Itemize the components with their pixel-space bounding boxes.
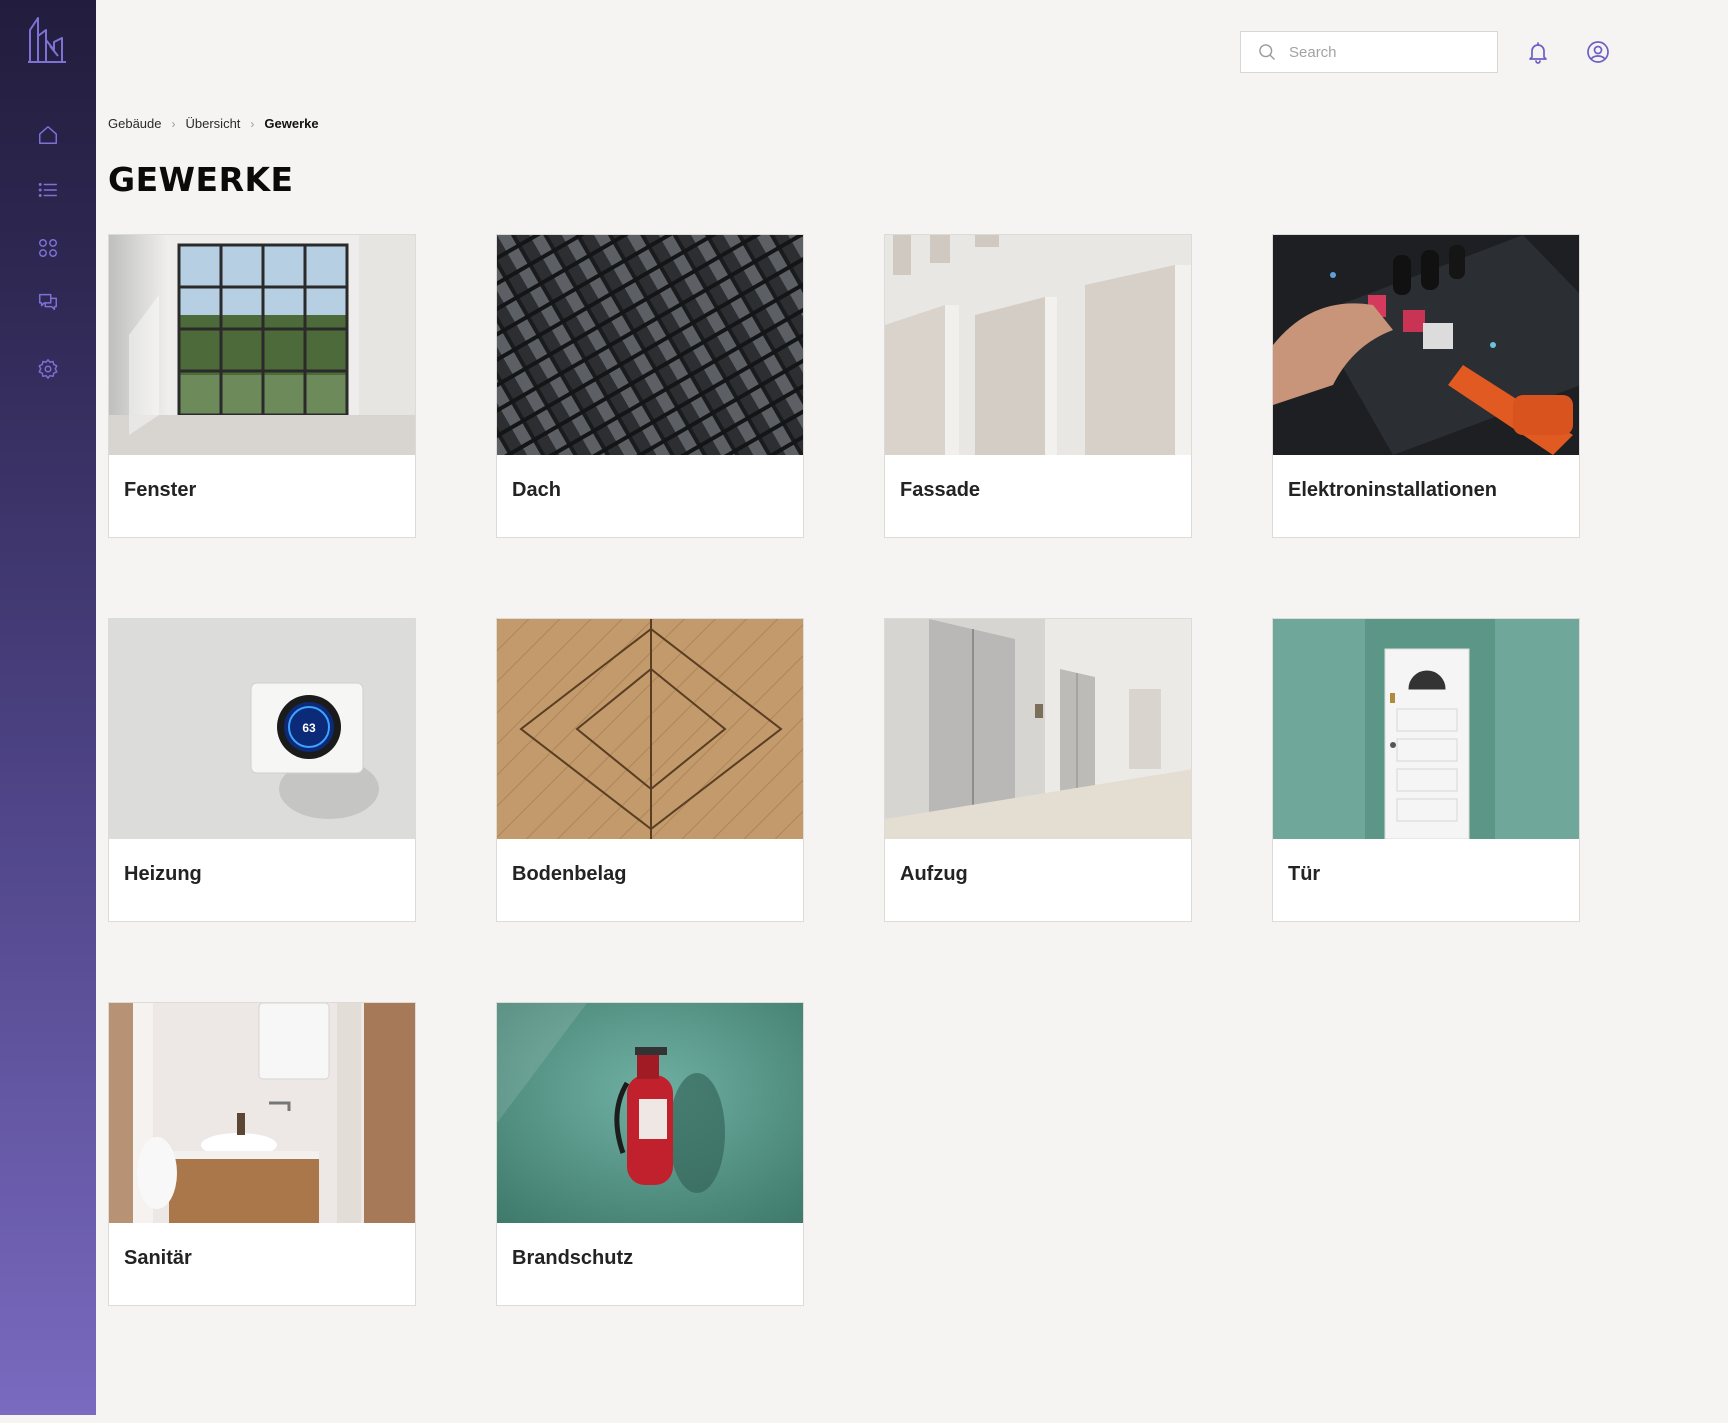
thermostat-reading: 63	[302, 721, 316, 735]
card-dach[interactable]: Dach	[496, 234, 804, 538]
window-image	[109, 235, 415, 455]
card-label: Sanitär	[124, 1247, 192, 1269]
breadcrumb-item-gebaeude[interactable]: Gebäude	[108, 116, 162, 131]
electronics-image	[1273, 235, 1579, 455]
card-heizung[interactable]: 63 Heizung	[108, 618, 416, 922]
card-aufzug[interactable]: Aufzug	[884, 618, 1192, 922]
card-label: Dach	[512, 479, 561, 501]
breadcrumb-item-uebersicht[interactable]: Übersicht	[186, 116, 241, 131]
building-logo-icon[interactable]	[26, 16, 68, 64]
card-bodenbelag[interactable]: Bodenbelag	[496, 618, 804, 922]
breadcrumb: Gebäude › Übersicht › Gewerke	[108, 116, 319, 131]
thermostat-image: 63	[109, 619, 415, 839]
bathroom-image	[109, 1003, 415, 1223]
search-input[interactable]	[1287, 42, 1481, 62]
card-sanitaer[interactable]: Sanitär	[108, 1002, 416, 1306]
card-label: Aufzug	[900, 863, 968, 885]
card-label: Fassade	[900, 479, 981, 501]
list-icon[interactable]	[32, 174, 64, 206]
elevator-image	[885, 619, 1191, 839]
chevron-right-icon: ›	[250, 116, 255, 131]
chat-icon[interactable]	[32, 286, 64, 318]
card-label: Bodenbelag	[512, 863, 627, 885]
fire-extinguisher-image	[497, 1003, 803, 1223]
breadcrumb-item-current: Gewerke	[264, 116, 319, 131]
page-title: GEWERKE	[108, 160, 294, 199]
card-fassade[interactable]: Fassade	[884, 234, 1192, 538]
gear-icon[interactable]	[32, 353, 64, 385]
floor-image	[497, 619, 803, 839]
card-tuer[interactable]: Tür	[1272, 618, 1580, 922]
card-elektroninstallationen[interactable]: Elektroninstallationen	[1272, 234, 1580, 538]
card-fenster[interactable]: Fenster	[108, 234, 416, 538]
grid-icon[interactable]	[32, 232, 64, 264]
search-box[interactable]	[1240, 31, 1498, 73]
card-brandschutz[interactable]: Brandschutz	[496, 1002, 804, 1306]
roof-image	[497, 235, 803, 455]
card-label: Brandschutz	[512, 1247, 634, 1269]
bell-icon[interactable]	[1524, 38, 1552, 66]
card-label: Tür	[1288, 863, 1321, 885]
card-label: Elektroninstallationen	[1288, 479, 1497, 501]
facade-image	[885, 235, 1191, 455]
chevron-right-icon: ›	[171, 116, 176, 131]
card-label: Heizung	[124, 863, 202, 885]
door-image	[1273, 619, 1579, 839]
sidebar	[0, 0, 96, 1415]
user-circle-icon[interactable]	[1584, 38, 1612, 66]
search-icon	[1259, 44, 1276, 61]
home-icon[interactable]	[32, 119, 64, 151]
card-label: Fenster	[124, 479, 197, 501]
